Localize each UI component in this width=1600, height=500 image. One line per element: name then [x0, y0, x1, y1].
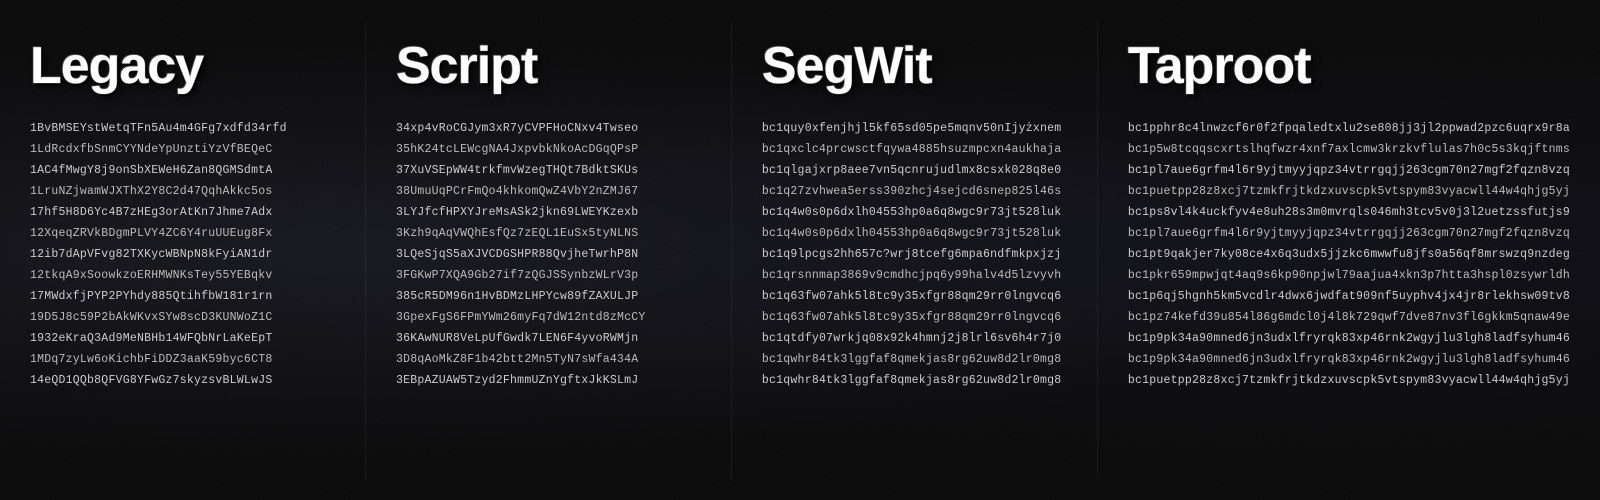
address-item[interactable]: bc1p9pk34a90mned6jn3udxlfryrqk83xp46rnk2…	[1128, 351, 1570, 370]
address-item[interactable]: bc1qxclc4prcwsctfqywa4885hsuzmpcxn4aukha…	[762, 141, 1067, 160]
header-segwit: SegWit	[762, 40, 1067, 92]
address-item[interactable]: bc1q4w0s0p6dxlh04553hp0a6q8wgc9r73jt528l…	[762, 204, 1067, 223]
address-item[interactable]: 37XuVSEpWW4trkfmvWzegTHQt7BdktSKUs	[396, 162, 701, 181]
address-item[interactable]: 1BvBMSEYstWetqTFn5Au4m4GFg7xdfd34rfd	[30, 120, 335, 139]
address-item[interactable]: bc1pphr8c4lnwzcf6r0f2fpqaledtxlu2se808jj…	[1128, 120, 1570, 139]
address-item[interactable]: 38UmuUqPCrFmQo4khkomQwZ4VbY2nZMJ67	[396, 183, 701, 202]
address-item[interactable]: bc1puetpp28z8xcj7tzmkfrjtkdzxuvscpk5vtsp…	[1128, 372, 1570, 391]
address-item[interactable]: 12ib7dApVFvg82TXKycWBNpN8kFyiAN1dr	[30, 246, 335, 265]
address-item[interactable]: bc1pt9qakjer7ky08ce4x6q3udx5jjzkc6mwwfu8…	[1128, 246, 1570, 265]
address-item[interactable]: bc1q4w0s0p6dxlh04553hp0a6q8wgc9r73jt528l…	[762, 225, 1067, 244]
address-item[interactable]: 3LQeSjqS5aXJVCDGSHPR88QvjheTwrhP8N	[396, 246, 701, 265]
address-item[interactable]: bc1qrsnnmap3869v9cmdhcjpq6y99halv4d5lzvy…	[762, 267, 1067, 286]
address-item[interactable]: 17hf5H8D6Yc4B7zHEg3orAtKn7Jhme7Adx	[30, 204, 335, 223]
address-item[interactable]: 34xp4vRoCGJym3xR7yCVPFHoCNxv4Twseo	[396, 120, 701, 139]
address-item[interactable]: bc1q27zvhwea5erss390zhcj4sejcd6snep825l4…	[762, 183, 1067, 202]
address-item[interactable]: bc1q63fw07ahk5l8tc9y35xfgr88qm29rr0lngvc…	[762, 288, 1067, 307]
address-item[interactable]: bc1puetpp28z8xcj7tzmkfrjtkdzxuvscpk5vtsp…	[1128, 183, 1570, 202]
address-list-legacy: 1BvBMSEYstWetqTFn5Au4m4GFg7xdfd34rfd 1LdR…	[30, 120, 335, 391]
address-item[interactable]: bc1q63fw07ahk5l8tc9y35xfgr88qm29rr0lngvc…	[762, 309, 1067, 328]
column-script: Script 34xp4vRoCGJym3xR7yCVPFHoCNxv4Twseo…	[366, 20, 732, 480]
address-item[interactable]: bc1ps8vl4k4uckfyv4e8uh28s3m0mvrqls046mh3…	[1128, 204, 1570, 223]
column-legacy: Legacy 1BvBMSEYstWetqTFn5Au4m4GFg7xdfd34r…	[0, 20, 366, 480]
address-item[interactable]: 1MDq7zyLw6oKichbFiDDZ3aaK59byc6CT8	[30, 351, 335, 370]
address-item[interactable]: 35hK24tcLEWcgNA4JxpvbkNkoAcDGqQPsP	[396, 141, 701, 160]
address-item[interactable]: bc1pz74kefd39u854l86g6mdcl0j4l8k729qwf7d…	[1128, 309, 1570, 328]
address-item[interactable]: bc1qwhr84tk3lggfaf8qmekjas8rg62uw8d2lr0m…	[762, 351, 1067, 370]
address-item[interactable]: 3GpexFgS6FPmYWm26myFq7dW12ntd8zMcCY	[396, 309, 701, 328]
address-item[interactable]: 3EBpAZUAW5Tzyd2FhmmUZnYgftxJkKSLmJ	[396, 372, 701, 391]
address-list-segwit: bc1quy0xfenjhjl5kf65sd05pe5mqnv50nIjyżxn…	[762, 120, 1067, 391]
address-item[interactable]: 19D5J8c59P2bAkWKvxSYw8scD3KUNWoZ1C	[30, 309, 335, 328]
address-item[interactable]: 3D8qAoMkZ8F1b42btt2Mn5TyN7sWfa434A	[396, 351, 701, 370]
address-item[interactable]: 3FGKwP7XQA9Gb27if7zQGJSSynbzWLrV3p	[396, 267, 701, 286]
address-item[interactable]: bc1pl7aue6grfm4l6r9yjtmyyjqpz34vtrrgqjj2…	[1128, 162, 1570, 181]
address-item[interactable]: bc1p9pk34a90mned6jn3udxlfryrqk83xp46rnk2…	[1128, 330, 1570, 349]
header-taproot: Taproot	[1128, 40, 1570, 92]
address-item[interactable]: bc1qtdfy07wrkjq08x92k4hmnj2j8lrl6sv6h4r7…	[762, 330, 1067, 349]
address-item[interactable]: 1AC4fMwgY8j9onSbXEWeH6Zan8QGMSdmtA	[30, 162, 335, 181]
column-taproot: Taproot bc1pphr8c4lnwzcf6r0f2fpqaledtxlu2…	[1098, 20, 1600, 480]
address-item[interactable]: 17MWdxfjPYP2PYhdy885QtihfbW181r1rn	[30, 288, 335, 307]
address-item[interactable]: bc1qwhr84tk3lggfaf8qmekjas8rg62uw8d2lr0m…	[762, 372, 1067, 391]
address-item[interactable]: 1LruNZjwamWJXThX2Y8C2d47QqhAkkc5os	[30, 183, 335, 202]
address-item[interactable]: 14eQD1QQb8QFVG8YFwGz7skyzsvBLWLwJS	[30, 372, 335, 391]
address-item[interactable]: 12tkqA9xSoowkzoERHMWNKsTey55YEBqkv	[30, 267, 335, 286]
address-item[interactable]: bc1p5w8tcqqscxrtslhqfwzr4xnf7axlcmw3krzk…	[1128, 141, 1570, 160]
address-item[interactable]: bc1pl7aue6grfm4l6r9yjtmyyjqpz34vtrrgqjj2…	[1128, 225, 1570, 244]
header-legacy: Legacy	[30, 40, 335, 92]
column-segwit: SegWit bc1quy0xfenjhjl5kf65sd05pe5mqnv50n…	[732, 20, 1098, 480]
address-item[interactable]: bc1pkr659mpwjqt4aq9s6kp90npjwl79aajua4xk…	[1128, 267, 1570, 286]
page-container: Legacy 1BvBMSEYstWetqTFn5Au4m4GFg7xdfd34r…	[0, 0, 1600, 500]
address-item[interactable]: bc1qlgajxrp8aee7vn5qcnrujudlmx8csxk028q8…	[762, 162, 1067, 181]
address-item[interactable]: 3Kzh9qAqVWQhEsfQz7zEQL1EuSx5tyNLNS	[396, 225, 701, 244]
address-item[interactable]: bc1quy0xfenjhjl5kf65sd05pe5mqnv50nIjyżxn…	[762, 120, 1067, 139]
header-script: Script	[396, 40, 701, 92]
address-item[interactable]: 3LYJfcfHPXYJreMsASk2jkn69LWEYKzexb	[396, 204, 701, 223]
address-list-script: 34xp4vRoCGJym3xR7yCVPFHoCNxv4Twseo 35hK24…	[396, 120, 701, 391]
address-item[interactable]: 385cR5DM96n1HvBDMzLHPYcw89fZAXULJP	[396, 288, 701, 307]
address-item[interactable]: 12XqeqZRVkBDgmPLVY4ZC6Y4ruUUEug8Fx	[30, 225, 335, 244]
address-item[interactable]: bc1p6qj5hgnh5km5vcdlr4dwx6jwdfat909nf5uy…	[1128, 288, 1570, 307]
address-item[interactable]: 1LdRcdxfbSnmCYYNdeYpUnztiYzVfBEQeC	[30, 141, 335, 160]
address-list-taproot: bc1pphr8c4lnwzcf6r0f2fpqaledtxlu2se808jj…	[1128, 120, 1570, 391]
address-item[interactable]: 1932eKraQ3Ad9MeNBHb14WFQbNrLaKeEpT	[30, 330, 335, 349]
address-item[interactable]: 36KAwNUR8VeLpUfGwdk7LEN6F4yvoRWMjn	[396, 330, 701, 349]
address-item[interactable]: bc1q9lpcgs2hh657c?wrj8tcefg6mpa6ndfmkpxj…	[762, 246, 1067, 265]
